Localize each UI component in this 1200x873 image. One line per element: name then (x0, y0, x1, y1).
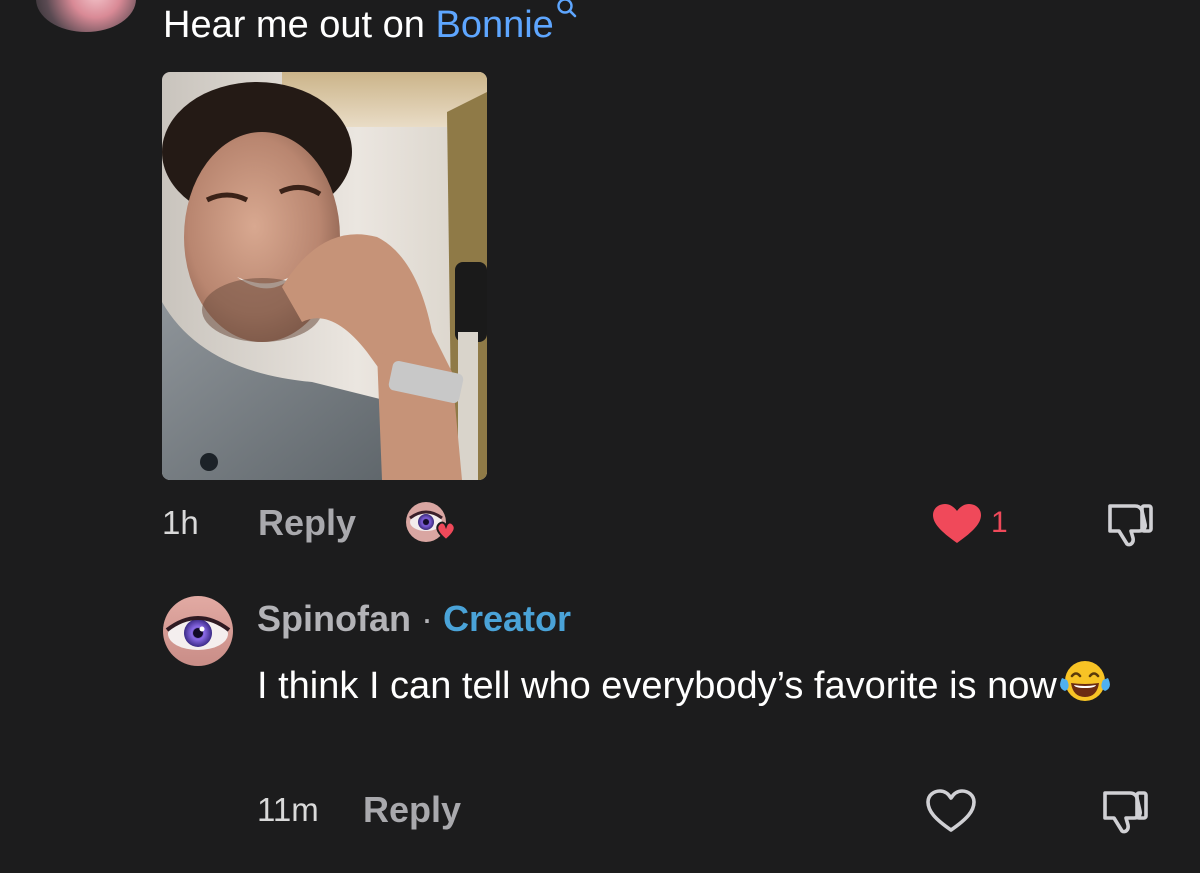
reply-dislike-button[interactable] (1100, 787, 1150, 840)
reply-button[interactable]: Reply (258, 498, 356, 548)
comment-text-prefix: Hear me out on (163, 4, 436, 46)
comment-text: Hear me out on Bonnie (163, 0, 578, 48)
reply-header: Spinofan · Creator (257, 596, 571, 642)
face-with-tears-of-joy-icon (1059, 658, 1111, 720)
comment-thread: Hear me out on Bonnie 1h Reply 1 Spinofa… (0, 0, 1200, 873)
mention-link[interactable]: Bonnie (435, 4, 553, 46)
reply-like-button[interactable] (926, 789, 976, 838)
reply-text: I think I can tell who everybody’s favor… (257, 658, 1177, 720)
heart-outline-icon (926, 789, 976, 832)
reply-time: 11m (257, 791, 319, 828)
reply-author-name[interactable]: Spinofan (257, 598, 411, 639)
comment-time: 1h (162, 504, 199, 541)
like-count: 1 (991, 506, 1008, 539)
thumbs-down-icon (1103, 791, 1148, 834)
reply-author-avatar[interactable] (163, 596, 233, 666)
commenter-avatar[interactable] (36, 0, 136, 32)
creator-badge: Creator (442, 598, 572, 639)
like-button[interactable] (932, 503, 982, 550)
heart-filled-icon (933, 504, 981, 543)
search-icon[interactable] (556, 0, 578, 30)
creator-liked-badge (404, 500, 460, 548)
separator-dot: · (410, 598, 443, 639)
eye-avatar-image (163, 596, 233, 666)
comment-actions: 1h Reply 1 (0, 498, 1200, 548)
dislike-button[interactable] (1105, 500, 1155, 553)
comment-photo[interactable] (162, 72, 487, 480)
reply-actions: 11m Reply (0, 785, 1200, 835)
reply-reply-button[interactable]: Reply (363, 785, 461, 835)
thumbs-down-icon (1108, 504, 1153, 547)
creator-liked-icon (406, 502, 456, 542)
photo-image (162, 72, 487, 480)
reply-text-content: I think I can tell who everybody’s favor… (257, 665, 1057, 707)
